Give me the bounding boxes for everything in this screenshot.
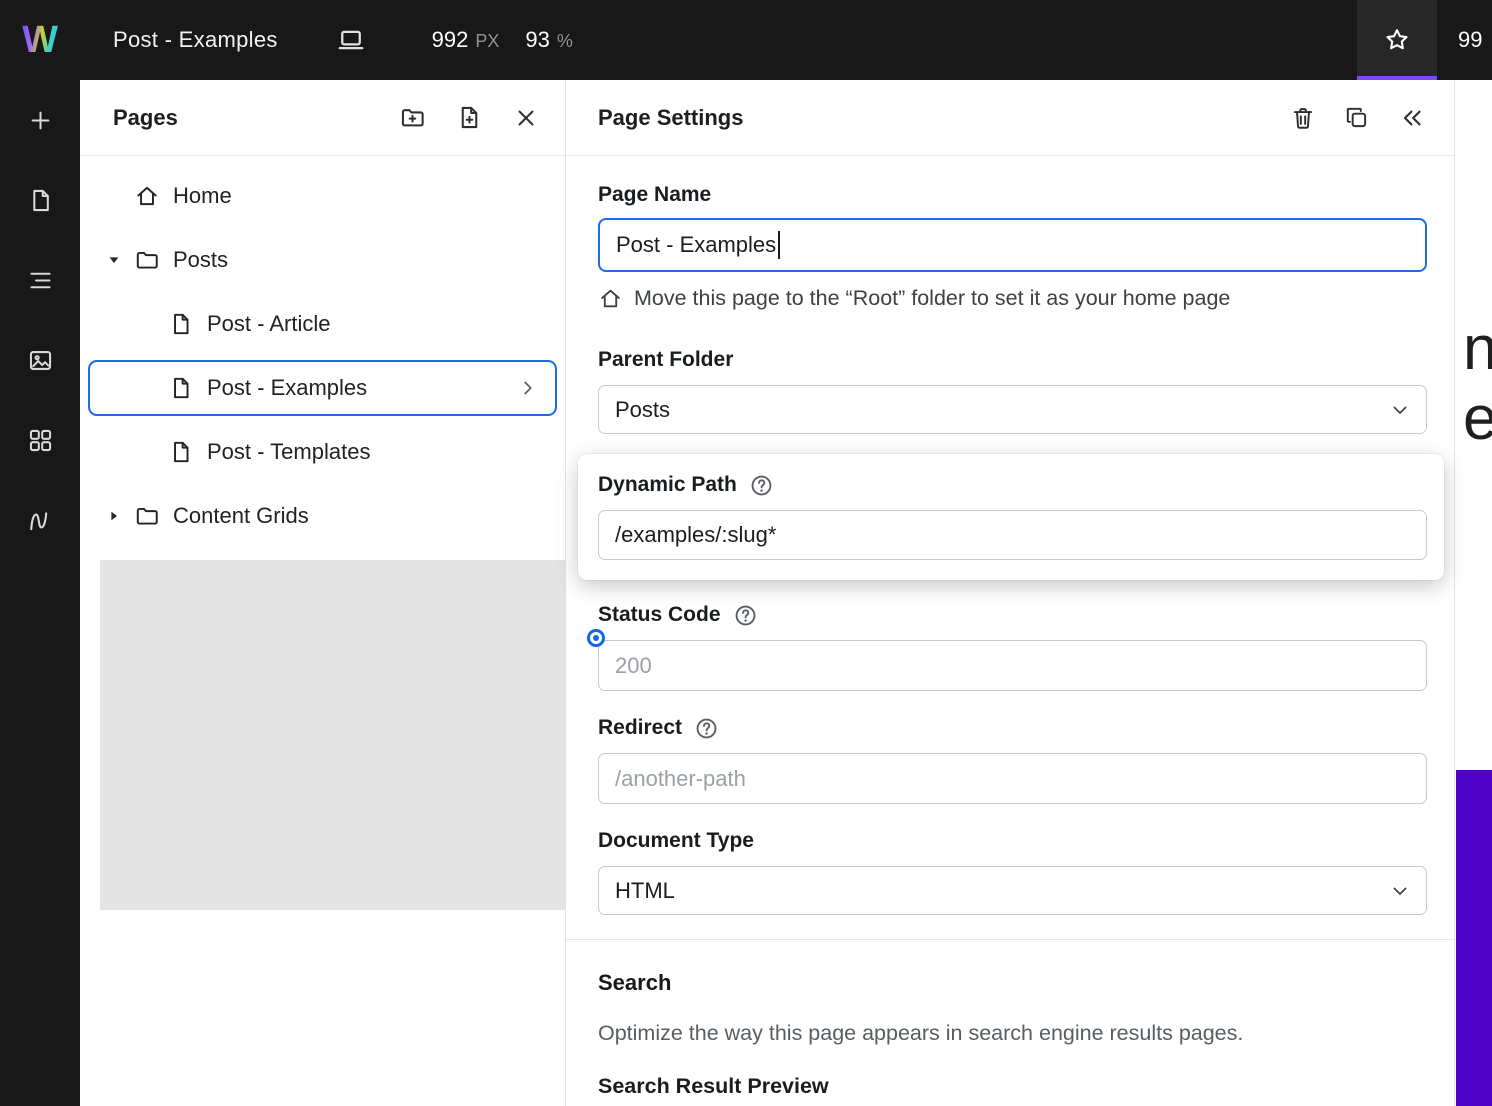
home-icon xyxy=(134,183,160,209)
folder-icon xyxy=(134,247,160,273)
page-name-value: Post - Examples xyxy=(616,232,777,257)
help-icon[interactable] xyxy=(694,716,719,741)
folder-icon xyxy=(134,503,160,529)
home-page-hint: Move this page to the “Root” folder to s… xyxy=(598,286,1427,311)
parent-folder-label: Parent Folder xyxy=(598,348,734,371)
dynamic-path-spotlight-card: Dynamic Path xyxy=(578,454,1444,580)
status-code-input[interactable] xyxy=(598,640,1427,691)
tree-item-label: Content Grids xyxy=(173,503,309,528)
tree-item-content-grids-folder[interactable]: Content Grids xyxy=(80,484,565,548)
new-folder-icon[interactable] xyxy=(399,104,426,131)
chevron-right-icon[interactable] xyxy=(517,377,539,399)
delete-page-icon[interactable] xyxy=(1290,105,1316,131)
tree-item-post-examples-selected[interactable]: Post - Examples xyxy=(88,360,557,416)
dynamic-path-input[interactable] xyxy=(598,510,1427,560)
canvas-strip: n e xyxy=(1456,80,1492,1106)
parent-folder-select[interactable]: Posts xyxy=(598,385,1427,434)
caret-right-icon[interactable] xyxy=(106,509,122,523)
status-code-label: Status Code xyxy=(598,603,721,626)
tree-item-home[interactable]: Home xyxy=(80,164,565,228)
text-cursor xyxy=(778,231,781,259)
pages-panel-icon[interactable] xyxy=(27,187,54,214)
collapse-panel-icon[interactable] xyxy=(1398,104,1426,132)
navigator-icon[interactable] xyxy=(27,267,54,294)
help-icon[interactable] xyxy=(733,603,758,628)
pages-panel-title: Pages xyxy=(113,104,178,130)
tree-item-label: Post - Templates xyxy=(207,439,371,464)
canvas-width-control[interactable]: 992 PX xyxy=(432,27,500,53)
search-section-description: Optimize the way this page appears in se… xyxy=(598,1021,1244,1045)
canvas-width-value: 992 xyxy=(431,27,469,52)
settings-header: Page Settings xyxy=(566,80,1454,156)
page-name-label: Page Name xyxy=(598,183,712,206)
page-icon xyxy=(168,439,194,465)
close-pages-icon[interactable] xyxy=(513,105,539,131)
app-window: W Post - Examples 992 PX 93 % 99 Pages H… xyxy=(0,0,1492,1106)
home-page-hint-text: Move this page to the “Root” folder to s… xyxy=(634,286,1231,310)
redirect-label: Redirect xyxy=(598,716,683,739)
dynamic-path-label: Dynamic Path xyxy=(598,473,737,496)
current-page-title: Post - Examples xyxy=(113,27,278,52)
document-type-select[interactable]: HTML xyxy=(598,866,1427,915)
dynamic-path-label-row: Dynamic Path xyxy=(598,472,1427,498)
canvas-text-line: n xyxy=(1463,314,1492,383)
tree-item-label: Posts xyxy=(173,247,229,272)
tree-item-label: Post - Examples xyxy=(207,375,368,400)
logo-box[interactable]: W xyxy=(0,21,80,59)
new-page-icon[interactable] xyxy=(456,104,483,131)
tree-item-post-article[interactable]: Post - Article xyxy=(80,292,565,356)
page-icon xyxy=(168,375,194,401)
redirect-label-row: Redirect xyxy=(598,715,1427,741)
favorites-tab[interactable] xyxy=(1357,0,1437,80)
tree-item-posts-folder[interactable]: Posts xyxy=(80,228,565,292)
pages-panel: Pages Home Posts Post - Article Post - E… xyxy=(80,80,566,1106)
divider xyxy=(566,939,1454,940)
top-bar: W Post - Examples 992 PX 93 % 99 xyxy=(0,0,1492,80)
tree-item-post-templates[interactable]: Post - Templates xyxy=(80,420,565,484)
tree-item-label: Home xyxy=(173,183,232,208)
zoom-unit: % xyxy=(556,31,573,51)
star-icon xyxy=(1383,26,1411,54)
brand-logo: W xyxy=(22,19,58,61)
zoom-value: 93 xyxy=(525,27,550,52)
dimmed-region xyxy=(100,560,565,910)
breakpoint-device-icon[interactable] xyxy=(336,25,366,55)
left-toolbar xyxy=(0,80,80,1106)
canvas-purple-section xyxy=(1456,770,1492,1106)
page-settings-panel: Page Settings Page Name Post - Examples xyxy=(566,80,1455,1106)
chevron-down-icon xyxy=(1388,879,1412,903)
help-icon[interactable] xyxy=(749,473,774,498)
search-result-preview-label: Search Result Preview xyxy=(598,1074,829,1098)
add-plus-icon[interactable] xyxy=(27,107,54,134)
caret-down-icon[interactable] xyxy=(106,253,122,267)
canvas-text-line: e xyxy=(1463,384,1492,453)
parent-folder-value: Posts xyxy=(615,396,671,422)
document-type-label: Document Type xyxy=(598,829,754,852)
redirect-input[interactable] xyxy=(598,753,1427,804)
clipped-topbar-number: 99 xyxy=(1458,27,1483,52)
page-icon xyxy=(168,311,194,337)
pages-panel-header: Pages xyxy=(80,80,565,156)
search-section-title: Search xyxy=(598,970,672,995)
assets-image-icon[interactable] xyxy=(27,347,54,374)
components-icon[interactable] xyxy=(27,427,54,454)
chevron-down-icon xyxy=(1388,398,1412,422)
pages-tree: Home Posts Post - Article Post - Example… xyxy=(80,156,565,548)
document-type-value: HTML xyxy=(615,877,675,903)
canvas-width-unit: PX xyxy=(475,31,500,51)
home-icon xyxy=(598,286,623,311)
tree-item-label: Post - Article xyxy=(207,311,331,336)
page-name-input[interactable]: Post - Examples xyxy=(598,218,1427,272)
duplicate-page-icon[interactable] xyxy=(1344,105,1370,131)
brand-n-icon[interactable] xyxy=(26,507,54,535)
onboarding-beacon-dot[interactable] xyxy=(590,632,602,644)
zoom-control[interactable]: 93 % xyxy=(525,27,573,53)
settings-title: Page Settings xyxy=(598,104,744,130)
status-code-label-row: Status Code xyxy=(598,602,1427,628)
